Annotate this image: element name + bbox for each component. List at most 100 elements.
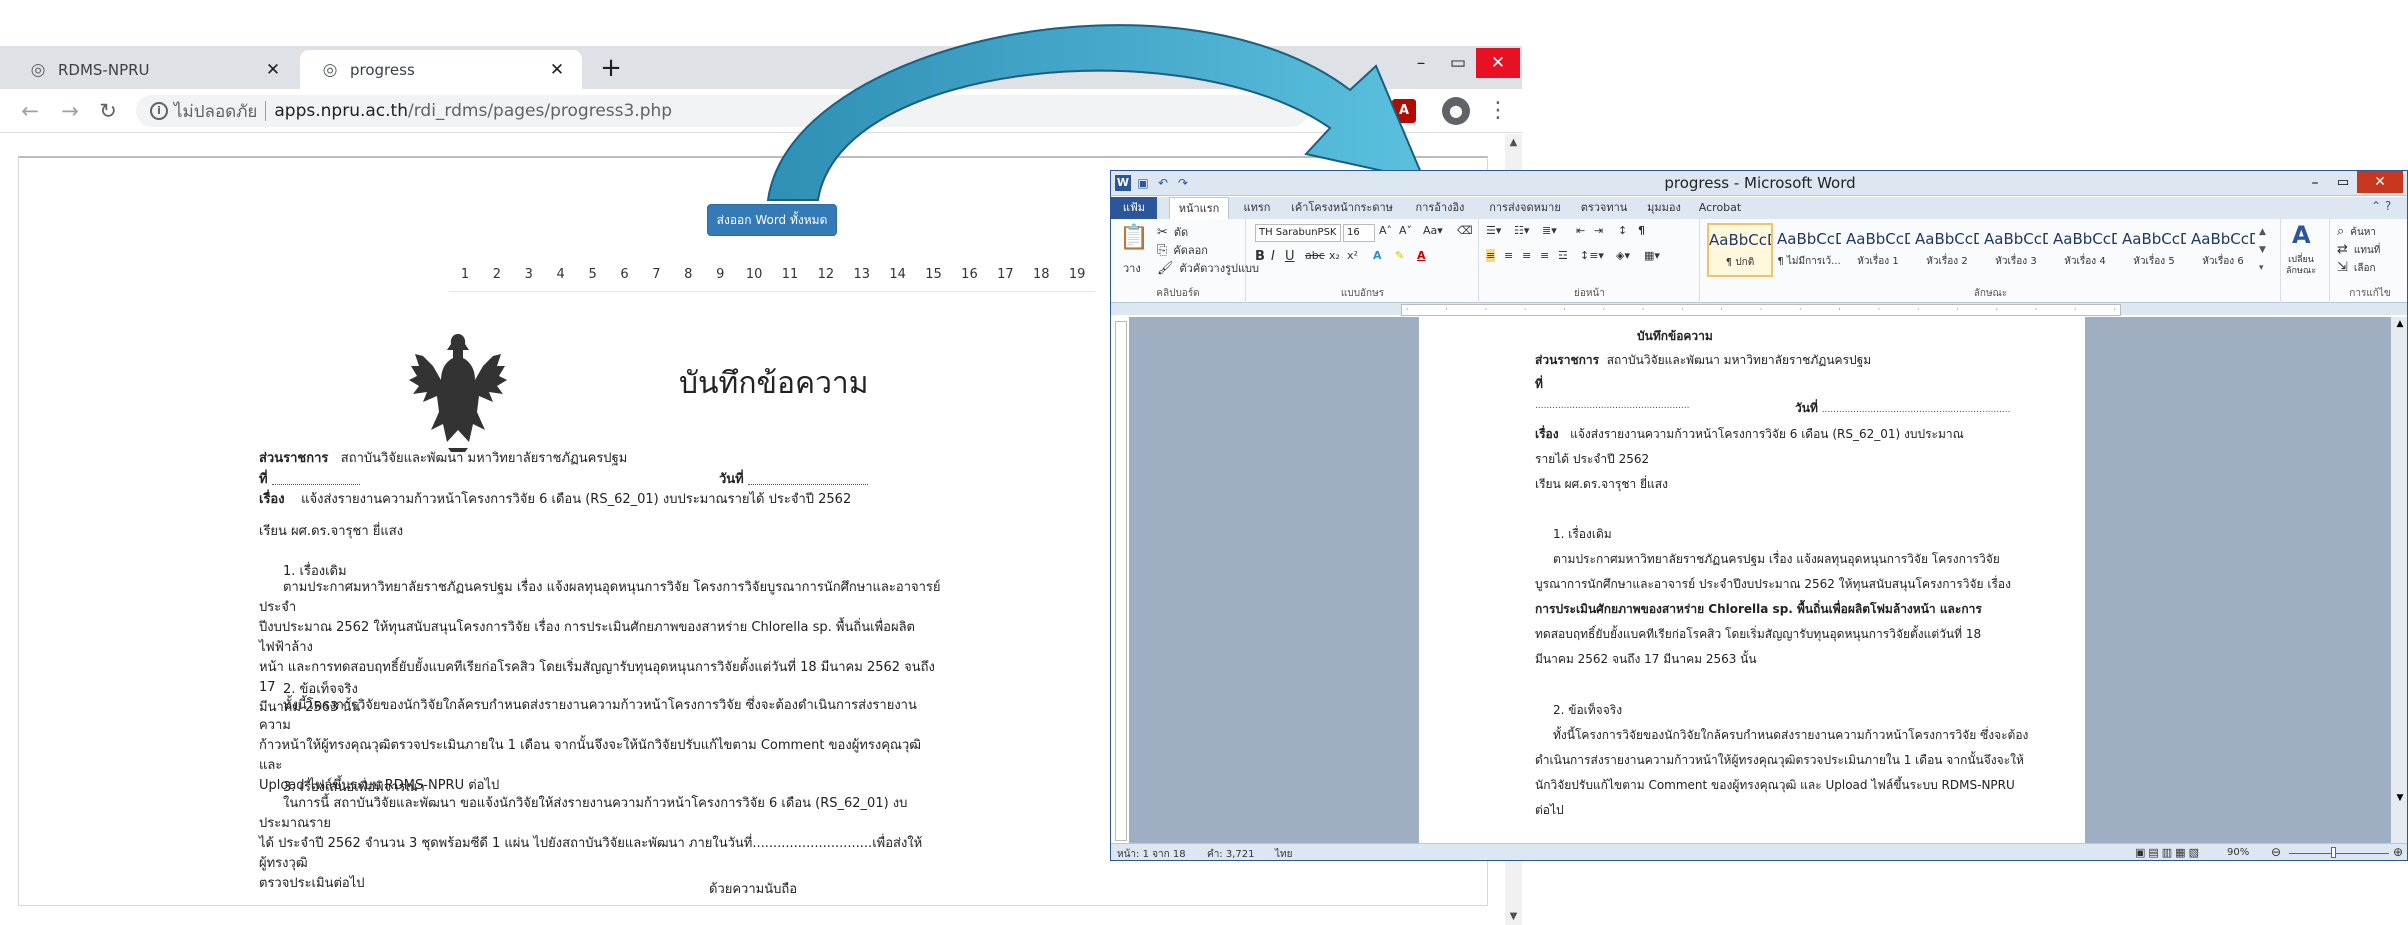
line-spacing-icon[interactable]: ↕≡▾ [1580, 249, 1604, 262]
word-maximize-button[interactable]: ▭ [2329, 173, 2357, 193]
font-name-select[interactable]: TH SarabunPSK [1255, 224, 1341, 242]
ribbon-tab[interactable]: การส่งจดหมาย [1481, 197, 1569, 219]
thai-distributed-icon[interactable]: ☲ [1558, 249, 1568, 262]
underline-icon[interactable]: U [1285, 249, 1295, 264]
cut-button[interactable]: ✂ ตัด [1157, 223, 1188, 241]
ribbon-tab[interactable]: ตรวจทาน [1577, 197, 1631, 219]
zoom-slider-thumb[interactable] [2331, 847, 2336, 858]
zoom-in-icon[interactable]: ⊕ [2393, 845, 2403, 859]
back-arrow-icon[interactable]: ← [16, 97, 44, 125]
sort-icon[interactable]: ↕ [1618, 224, 1627, 237]
close-tab-icon[interactable]: ✕ [262, 59, 284, 81]
word-close-button[interactable]: ✕ [2357, 171, 2403, 193]
info-icon[interactable]: i [150, 102, 168, 120]
page-link[interactable]: 7 [640, 258, 672, 292]
vertical-ruler[interactable] [1115, 321, 1127, 841]
page-link[interactable]: 8 [672, 258, 704, 292]
page-link[interactable]: 16 [952, 258, 988, 292]
replace-button[interactable]: ⇄ แทนที่ [2337, 242, 2380, 258]
minimize-button[interactable]: – [1403, 48, 1439, 78]
forward-arrow-icon[interactable]: → [56, 97, 84, 125]
page-link[interactable]: 15 [916, 258, 952, 292]
ribbon-tab[interactable]: แทรก [1235, 197, 1279, 219]
acrobat-extension-icon[interactable]: A [1392, 99, 1416, 123]
zoom-out-icon[interactable]: ⊖ [2271, 845, 2281, 859]
style-option[interactable]: AaBbCcD หัวเรื่อง 1 [1845, 223, 1911, 277]
paste-label[interactable]: วาง [1123, 259, 1141, 277]
change-styles-icon[interactable]: A [2292, 221, 2311, 249]
text-effects-icon[interactable]: A [1373, 249, 1382, 262]
justify-icon[interactable]: ≡ [1540, 249, 1549, 262]
tab-rdms-npru[interactable]: ◎ RDMS-NPRU ✕ [8, 50, 298, 89]
page-link[interactable]: 9 [704, 258, 736, 292]
strikethrough-icon[interactable]: abc [1305, 249, 1325, 262]
copy-button[interactable]: ⎘ คัดลอก [1157, 241, 1208, 259]
style-option[interactable]: AaBbCcDc ¶ ไม่มีการเว้... [1776, 223, 1842, 277]
bold-icon[interactable]: B [1255, 249, 1265, 264]
ribbon-tab[interactable]: หน้าแรก [1169, 197, 1229, 219]
word-minimize-button[interactable]: – [2301, 173, 2329, 193]
kebab-menu-icon[interactable]: ⋮ [1486, 97, 1510, 125]
shrink-font-icon[interactable]: A˅ [1399, 224, 1412, 237]
decrease-indent-icon[interactable]: ⇤ [1576, 224, 1585, 237]
scroll-up-arrow-icon[interactable]: ▲ [1505, 134, 1522, 151]
new-tab-button[interactable]: + [596, 54, 626, 84]
style-option[interactable]: AaBbCcD หัวเรื่อง 4 [2052, 223, 2118, 277]
subscript-icon[interactable]: x₂ [1329, 249, 1340, 262]
page-link[interactable]: 13 [844, 258, 880, 292]
tab-progress[interactable]: ◎ progress ✕ [300, 50, 582, 89]
change-styles-label[interactable]: เปลี่ยน ลักษณะ [2286, 255, 2316, 277]
zoom-icon[interactable]: ⊖ [1310, 99, 1334, 123]
profile-avatar-icon[interactable]: ● [1442, 97, 1470, 125]
page-link[interactable]: 18 [1023, 258, 1059, 292]
word-scrollbar[interactable]: ▲ ▼ [2391, 317, 2407, 845]
font-color-icon[interactable]: A [1417, 249, 1426, 262]
styles-scroll-icon[interactable]: ▲ ▼ ▾ [2259, 223, 2266, 277]
scroll-down-arrow-icon[interactable]: ▼ [2394, 793, 2406, 805]
page-link[interactable]: 17 [987, 258, 1023, 292]
ribbon-tab[interactable]: Acrobat [1695, 197, 1745, 219]
style-option[interactable]: AaBbCcDc ¶ ปกติ [1707, 223, 1773, 277]
font-size-select[interactable]: 16 [1343, 224, 1375, 242]
view-mode-icons[interactable]: ▣▤▥▦▧ [2135, 846, 2202, 859]
maximize-button[interactable]: ▭ [1440, 48, 1476, 78]
zoom-level[interactable]: 90% [2227, 847, 2249, 858]
language-indicator[interactable]: ไทย [1275, 847, 1292, 860]
address-bar[interactable]: i ไม่ปลอดภัย apps.npru.ac.th/rdi_rdms/pa… [136, 95, 1308, 127]
paste-icon[interactable]: 📋 [1119, 223, 1149, 253]
find-button[interactable]: ⌕ ค้นหา [2337, 224, 2376, 240]
reload-icon[interactable]: ↻ [94, 97, 122, 125]
select-button[interactable]: ⇲ เลือก [2337, 260, 2376, 276]
page-link[interactable]: 2 [481, 258, 513, 292]
shading-icon[interactable]: ◈▾ [1616, 249, 1630, 262]
page-link[interactable]: 14 [880, 258, 916, 292]
borders-icon[interactable]: ▦▾ [1644, 249, 1660, 262]
page-link[interactable]: 1 [449, 258, 481, 292]
page-count[interactable]: หน้า: 1 จาก 18 [1117, 847, 1186, 860]
format-painter-button[interactable]: 🖌 ตัวคัดวางรูปแบบ [1157, 259, 1259, 277]
change-case-icon[interactable]: Aa▾ [1423, 224, 1443, 237]
increase-indent-icon[interactable]: ⇥ [1594, 224, 1603, 237]
numbering-icon[interactable]: ☷▾ [1514, 224, 1529, 237]
page-link[interactable]: 6 [609, 258, 641, 292]
help-icon[interactable]: ⌃ ? [2371, 199, 2391, 213]
superscript-icon[interactable]: x² [1347, 249, 1358, 262]
multilevel-list-icon[interactable]: ≣▾ [1542, 224, 1557, 237]
page-link[interactable]: 12 [808, 258, 844, 292]
grow-font-icon[interactable]: A˄ [1379, 224, 1392, 237]
bullets-icon[interactable]: ☰▾ [1486, 224, 1501, 237]
style-option[interactable]: AaBbCcD หัวเรื่อง 6 [2190, 223, 2256, 277]
document-page[interactable]: บันทึกข้อความ ส่วนราชการ สถาบันวิจัยและพ… [1419, 317, 2085, 845]
export-word-button[interactable]: ส่งออก Word ทั้งหมด [707, 204, 837, 236]
page-link[interactable]: 11 [772, 258, 808, 292]
style-option[interactable]: AaBbCcD หัวเรื่อง 5 [2121, 223, 2187, 277]
style-option[interactable]: AaBbCcD หัวเรื่อง 2 [1914, 223, 1980, 277]
highlight-icon[interactable]: ✎ [1395, 249, 1404, 262]
ribbon-tab[interactable]: แฟ้ม [1111, 197, 1157, 219]
style-option[interactable]: AaBbCcD หัวเรื่อง 3 [1983, 223, 2049, 277]
horizontal-ruler[interactable]: · · · · · · · · · · · · · · · · · · · [1401, 304, 2121, 316]
align-right-icon[interactable]: ≡ [1522, 249, 1531, 262]
scroll-down-arrow-icon[interactable]: ▼ [1505, 908, 1522, 925]
italic-icon[interactable]: I [1271, 249, 1275, 264]
zoom-slider[interactable] [2289, 853, 2389, 854]
